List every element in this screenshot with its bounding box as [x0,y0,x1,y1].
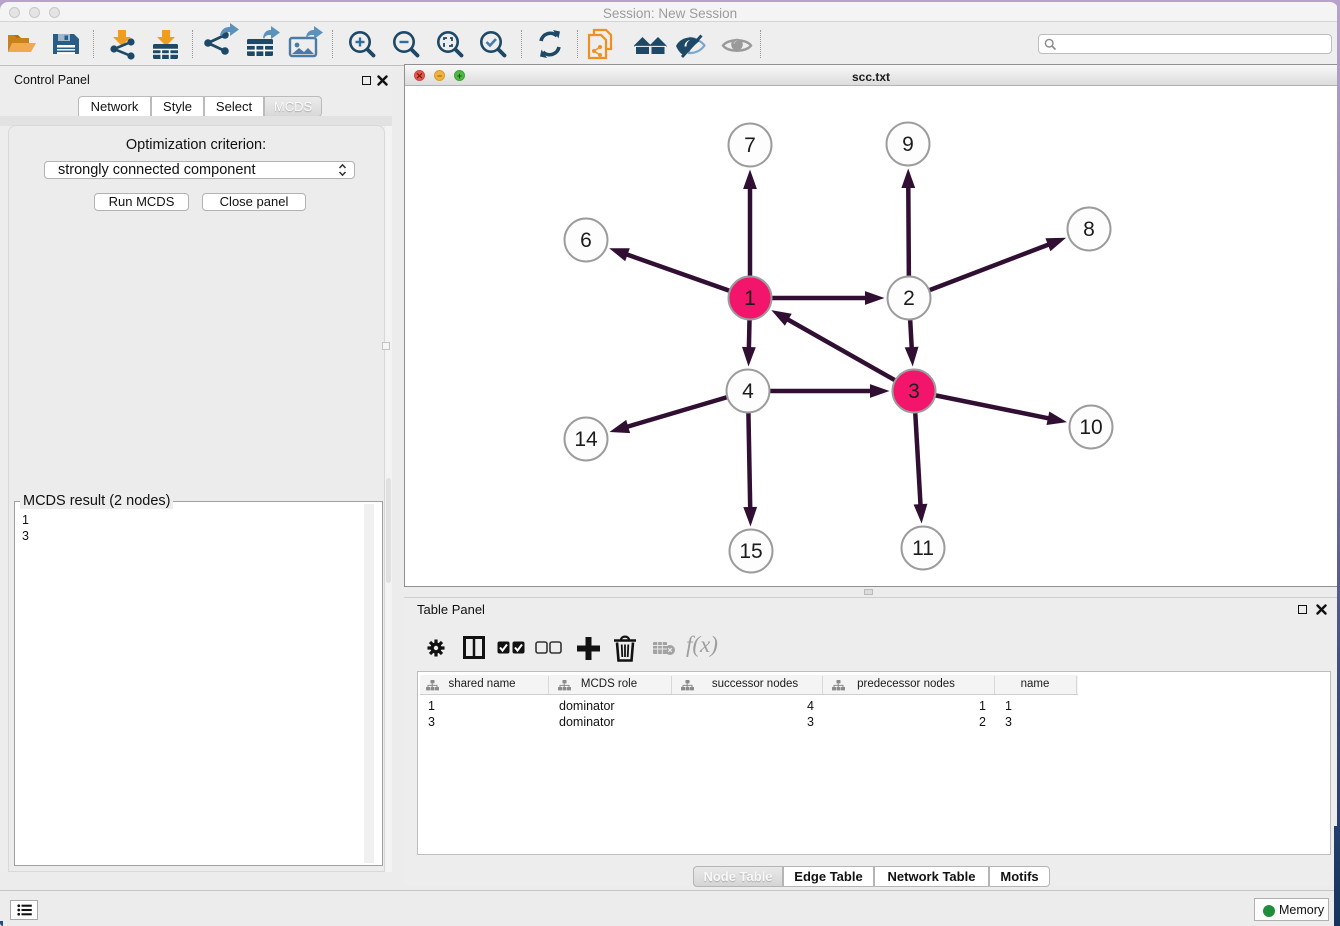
svg-text:14: 14 [574,428,598,451]
svg-text:11: 11 [912,537,934,560]
svg-text:15: 15 [739,540,762,563]
svg-text:10: 10 [1079,416,1102,439]
svg-text:2: 2 [903,287,915,310]
svg-text:8: 8 [1083,218,1095,241]
svg-text:4: 4 [742,380,754,403]
svg-text:3: 3 [908,380,920,403]
svg-text:7: 7 [744,134,756,157]
svg-text:1: 1 [744,287,756,310]
svg-text:6: 6 [580,229,592,252]
svg-text:9: 9 [902,133,914,156]
